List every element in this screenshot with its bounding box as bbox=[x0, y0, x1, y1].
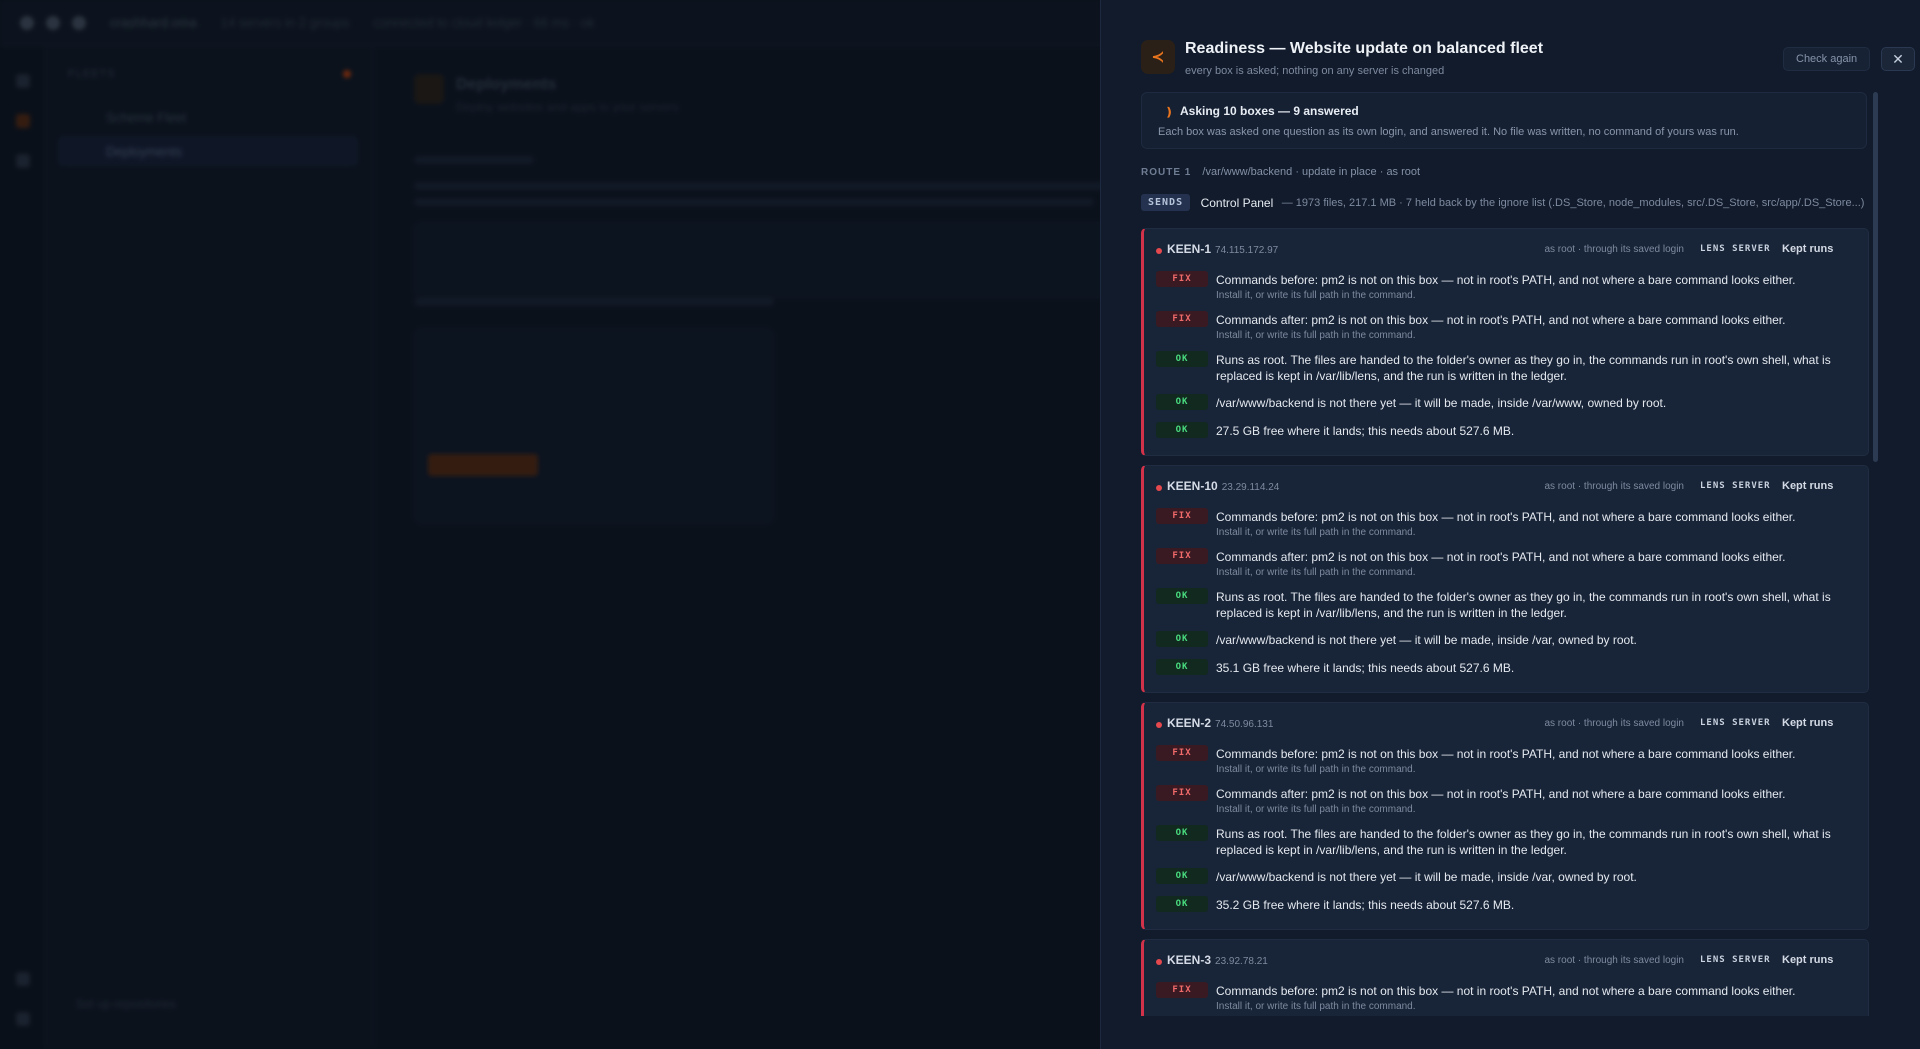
host-name-text: KEEN-10 bbox=[1167, 479, 1218, 493]
check-text: Commands after: pm2 is not on this box —… bbox=[1216, 787, 1786, 801]
host-ip: 74.115.172.97 bbox=[1215, 245, 1279, 256]
check-text: /var/www/backend is not there yet — it w… bbox=[1216, 870, 1637, 884]
ok-badge: OK bbox=[1156, 896, 1208, 912]
host-name: KEEN-1 74.115.172.97 bbox=[1167, 242, 1278, 256]
check-text: Runs as root. The files are handed to th… bbox=[1216, 827, 1831, 857]
drawer-scroll-area[interactable]: ❫ Asking 10 boxes — 9 answered Each box … bbox=[1141, 92, 1871, 1016]
sends-name: Control Panel bbox=[1200, 195, 1274, 210]
host-status-dot bbox=[1156, 722, 1162, 728]
sends-meta: — 1973 files, 217.1 MB · 7 held back by … bbox=[1281, 196, 1865, 209]
fix-badge: FIX bbox=[1156, 548, 1208, 564]
host-ip: 23.29.114.24 bbox=[1221, 482, 1280, 493]
check-text: /var/www/backend is not there yet — it w… bbox=[1216, 396, 1667, 410]
readiness-drawer: ≺ Readiness — Website update on balanced… bbox=[1100, 0, 1920, 1049]
check-text: Commands before: pm2 is not on this box … bbox=[1216, 273, 1796, 287]
ok-badge: OK bbox=[1156, 394, 1208, 410]
app-logo-icon: ≺ bbox=[1141, 40, 1175, 74]
host-name: KEEN-2 74.50.96.131 bbox=[1167, 716, 1273, 730]
drawer-scrollbar[interactable] bbox=[1873, 92, 1878, 462]
ok-badge: OK bbox=[1156, 825, 1208, 841]
fix-badge: FIX bbox=[1156, 271, 1208, 287]
status-detail: Each box was asked one question as its o… bbox=[1158, 126, 1739, 138]
host-name-text: KEEN-3 bbox=[1167, 953, 1212, 967]
host-status-dot bbox=[1156, 485, 1162, 491]
check-text: 35.2 GB free where it lands; this needs … bbox=[1216, 898, 1515, 912]
sends-line: SENDS Control Panel — 1973 files, 217.1 … bbox=[1141, 194, 1871, 212]
ok-badge: OK bbox=[1156, 588, 1208, 604]
host-status-dot bbox=[1156, 959, 1162, 965]
lens-server-link[interactable]: LENS SERVER bbox=[1700, 718, 1771, 728]
check-text: Runs as root. The files are handed to th… bbox=[1216, 590, 1831, 620]
check-text: Commands before: pm2 is not on this box … bbox=[1216, 984, 1796, 998]
check-hint: Install it, or write its full path in th… bbox=[1216, 290, 1416, 301]
close-icon: ✕ bbox=[1892, 51, 1904, 67]
check-text: Runs as root. The files are handed to th… bbox=[1216, 353, 1831, 383]
check-hint: Install it, or write its full path in th… bbox=[1216, 764, 1416, 775]
kept-runs-link[interactable]: Kept runs bbox=[1782, 954, 1833, 966]
drawer-header: ≺ Readiness — Website update on balanced… bbox=[1141, 40, 1881, 80]
host-name: KEEN-3 23.92.78.21 bbox=[1167, 953, 1268, 967]
check-text: /var/www/backend is not there yet — it w… bbox=[1216, 633, 1637, 647]
kept-runs-link[interactable]: Kept runs bbox=[1782, 243, 1833, 255]
host-login-meta: as root · through its saved login bbox=[1544, 955, 1684, 966]
host-card: KEEN-10 23.29.114.24 as root · through its… bbox=[1141, 465, 1869, 693]
host-card: KEEN-3 23.92.78.21 as root · through its s… bbox=[1141, 939, 1869, 1016]
host-status-dot bbox=[1156, 248, 1162, 254]
progress-spinner-icon: ❫ bbox=[1164, 105, 1175, 119]
ok-badge: OK bbox=[1156, 422, 1208, 438]
check-text: Commands after: pm2 is not on this box —… bbox=[1216, 550, 1786, 564]
host-login-meta: as root · through its saved login bbox=[1544, 244, 1684, 255]
sends-tag: SENDS bbox=[1141, 194, 1191, 212]
kept-runs-link[interactable]: Kept runs bbox=[1782, 717, 1833, 729]
check-text: Commands after: pm2 is not on this box —… bbox=[1216, 313, 1786, 327]
fix-badge: FIX bbox=[1156, 508, 1208, 524]
fix-badge: FIX bbox=[1156, 982, 1208, 998]
lens-server-link[interactable]: LENS SERVER bbox=[1700, 481, 1771, 491]
lens-server-link[interactable]: LENS SERVER bbox=[1700, 244, 1771, 254]
status-card: ❫ Asking 10 boxes — 9 answered Each box … bbox=[1141, 92, 1867, 149]
drawer-title: Readiness — Website update on balanced f… bbox=[1185, 40, 1544, 57]
ok-badge: OK bbox=[1156, 631, 1208, 647]
host-ip: 74.50.96.131 bbox=[1215, 719, 1274, 730]
host-login-meta: as root · through its saved login bbox=[1544, 718, 1684, 729]
fix-badge: FIX bbox=[1156, 785, 1208, 801]
check-text: 27.5 GB free where it lands; this needs … bbox=[1216, 424, 1515, 438]
ok-badge: OK bbox=[1156, 351, 1208, 367]
route-text: /var/www/backend · update in place · as … bbox=[1202, 166, 1421, 178]
host-card: KEEN-2 74.50.96.131 as root · through its … bbox=[1141, 702, 1869, 930]
check-text: Commands before: pm2 is not on this box … bbox=[1216, 747, 1796, 761]
check-hint: Install it, or write its full path in th… bbox=[1216, 1001, 1416, 1012]
host-name-text: KEEN-2 bbox=[1167, 716, 1212, 730]
check-text: Commands before: pm2 is not on this box … bbox=[1216, 510, 1796, 524]
check-hint: Install it, or write its full path in th… bbox=[1216, 527, 1416, 538]
fix-badge: FIX bbox=[1156, 311, 1208, 327]
check-text: 35.1 GB free where it lands; this needs … bbox=[1216, 661, 1515, 675]
lens-server-link[interactable]: LENS SERVER bbox=[1700, 955, 1771, 965]
ok-badge: OK bbox=[1156, 868, 1208, 884]
route-line: ROUTE 1 /var/www/backend · update in pla… bbox=[1141, 166, 1420, 178]
host-name-text: KEEN-1 bbox=[1167, 242, 1212, 256]
check-hint: Install it, or write its full path in th… bbox=[1216, 330, 1416, 341]
host-card: KEEN-1 74.115.172.97 as root · through its… bbox=[1141, 228, 1869, 456]
route-label: ROUTE 1 bbox=[1141, 167, 1192, 178]
ok-badge: OK bbox=[1156, 659, 1208, 675]
check-hint: Install it, or write its full path in th… bbox=[1216, 804, 1416, 815]
kept-runs-link[interactable]: Kept runs bbox=[1782, 480, 1833, 492]
host-name: KEEN-10 23.29.114.24 bbox=[1167, 479, 1279, 493]
drawer-subtitle: every box is asked; nothing on any serve… bbox=[1185, 65, 1445, 77]
fix-badge: FIX bbox=[1156, 745, 1208, 761]
host-login-meta: as root · through its saved login bbox=[1544, 481, 1684, 492]
check-again-button[interactable]: Check again bbox=[1783, 47, 1871, 71]
host-ip: 23.92.78.21 bbox=[1215, 956, 1268, 967]
close-button[interactable]: ✕ bbox=[1881, 47, 1915, 71]
check-hint: Install it, or write its full path in th… bbox=[1216, 567, 1416, 578]
status-title: Asking 10 boxes — 9 answered bbox=[1180, 104, 1359, 118]
